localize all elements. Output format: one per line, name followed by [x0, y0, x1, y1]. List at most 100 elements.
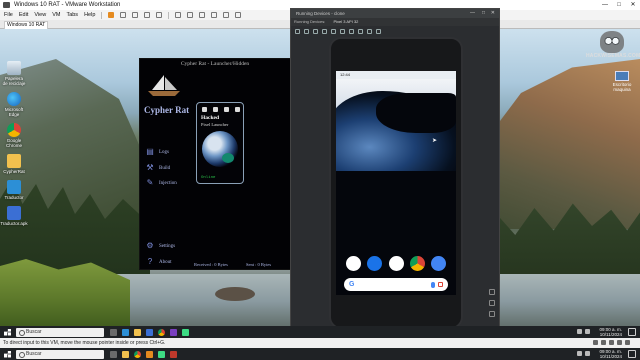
screenshot-icon[interactable] [367, 28, 372, 34]
desktop-icon-chrome[interactable]: Google Chrome [2, 123, 26, 148]
windows-start-icon[interactable] [4, 328, 11, 336]
zoom-in-icon[interactable] [489, 289, 495, 295]
volume-up-icon[interactable] [304, 28, 309, 34]
thumbnail-icon[interactable] [187, 12, 194, 18]
close-button[interactable]: ✕ [626, 0, 640, 10]
menu-file[interactable]: File [4, 12, 13, 18]
menu-help[interactable]: Help [84, 12, 95, 18]
phone-icon [224, 107, 229, 112]
folder-icon [7, 154, 21, 168]
file-explorer-icon[interactable] [122, 350, 129, 358]
desktop-icon-edge[interactable]: Microsoft Edge [2, 92, 26, 117]
minimize-button[interactable]: — [598, 0, 612, 10]
cypher-rat-window[interactable]: Cypher Rat - Launcher/Hidden Cypher Rat … [139, 58, 291, 270]
sidebar-item-logs[interactable]: ▤ Logs [145, 147, 193, 157]
messages-app-icon[interactable] [367, 256, 383, 271]
chrome-icon[interactable] [158, 328, 165, 336]
desktop-icon-label: Microsoft Edge [4, 107, 24, 117]
search-input[interactable]: Buscar [16, 349, 104, 359]
mic-icon[interactable] [431, 281, 435, 288]
desktop-icon-cypherrat[interactable]: CypherRat [2, 154, 26, 174]
maximize-button[interactable]: □ [612, 0, 626, 10]
back-icon[interactable] [340, 28, 345, 34]
volume-icon[interactable] [585, 329, 590, 334]
unity-icon[interactable] [211, 12, 218, 18]
fullscreen-icon[interactable] [199, 12, 206, 18]
desktop-icon-traductor-apk[interactable]: Traductor.apk [0, 206, 28, 226]
emulator-tabbar: Running Devices: Pixel 3 API 32 [291, 18, 499, 27]
chrome-icon[interactable] [409, 256, 425, 271]
desktop-icon-recycle-bin[interactable]: Papelera de reciclaje [2, 61, 26, 86]
store-icon[interactable] [146, 328, 153, 336]
watermark-text: HACKWISEMAS.COM [586, 53, 640, 59]
android-status-bar: 12:44 [336, 71, 456, 79]
revert-snapshot-icon[interactable] [144, 12, 151, 18]
recorder-icon[interactable] [170, 350, 177, 358]
vmware-icon[interactable] [146, 350, 153, 358]
android-studio-icon[interactable] [158, 350, 165, 358]
network-icon[interactable] [577, 351, 582, 356]
snapshot-manager-icon[interactable] [156, 12, 163, 18]
home-icon[interactable] [349, 28, 354, 34]
disk-icon[interactable] [593, 340, 598, 345]
sidebar-item-injection[interactable]: ✎ Injection [145, 178, 193, 188]
sent-bytes: Sent : 0 Bytes [246, 262, 272, 267]
victim-device-card[interactable]: Hacked Pixel Launcher Online [196, 102, 244, 184]
task-view-icon[interactable] [110, 328, 117, 336]
power-icon[interactable] [295, 28, 300, 34]
edge-icon[interactable] [122, 328, 129, 336]
settings-button[interactable]: ⚙ Settings [145, 241, 193, 251]
menu-vm[interactable]: VM [52, 12, 60, 18]
owl-logo-icon [600, 31, 624, 53]
network-adapter-icon[interactable] [609, 340, 614, 345]
library-icon[interactable] [175, 12, 182, 18]
usb-icon[interactable] [617, 340, 622, 345]
menu-edit[interactable]: Edit [19, 12, 28, 18]
snapshot-icon[interactable] [132, 12, 139, 18]
camera-icon[interactable] [431, 256, 446, 271]
app-icon[interactable] [170, 328, 177, 336]
send-ctrl-alt-del-icon[interactable] [120, 12, 127, 18]
sound-icon[interactable] [625, 340, 630, 345]
stretch-icon[interactable] [235, 12, 242, 18]
android-home-screen[interactable]: 12:44 ➤ G [336, 71, 456, 295]
volume-down-icon[interactable] [313, 28, 318, 34]
console-view-icon[interactable] [223, 12, 230, 18]
search-input[interactable]: Buscar [16, 327, 104, 337]
close-button[interactable]: ✕ [491, 9, 495, 18]
volume-icon[interactable] [585, 351, 590, 356]
chrome-icon[interactable] [134, 350, 141, 358]
network-icon[interactable] [577, 329, 582, 334]
zoom-out-icon[interactable] [489, 300, 495, 306]
sidebar-item-build[interactable]: ⚒ Build [145, 163, 193, 173]
android-studio-icon[interactable] [182, 328, 189, 336]
taskbar-clock[interactable]: 09:00 a. m. 10/11/2024 [599, 327, 622, 337]
minimize-button[interactable]: — [470, 9, 475, 18]
desktop-icon-traductor[interactable]: Traductor [2, 180, 26, 200]
fit-screen-icon[interactable] [489, 311, 495, 317]
phone-app-icon[interactable] [346, 256, 361, 271]
lens-icon[interactable] [438, 282, 443, 287]
emulator-title: Running Devices - clone [296, 11, 345, 16]
overview-icon[interactable] [358, 28, 363, 34]
play-store-icon[interactable] [388, 256, 404, 271]
maximize-button[interactable]: □ [482, 9, 485, 18]
task-view-icon[interactable] [110, 350, 117, 358]
rotate-right-icon[interactable] [331, 28, 336, 34]
more-icon[interactable] [376, 28, 381, 34]
google-search-bar[interactable]: G [344, 278, 448, 291]
menu-tabs[interactable]: Tabs [66, 12, 78, 18]
file-explorer-icon[interactable] [134, 328, 141, 336]
windows-start-icon[interactable] [4, 350, 11, 358]
desktop-icon-pc[interactable]: Escritorio maquina [605, 71, 639, 92]
rotate-left-icon[interactable] [322, 28, 327, 34]
notification-icon[interactable] [628, 350, 636, 358]
tab-windows-10-rat[interactable]: Windows 10 RAT [4, 21, 48, 29]
taskbar-clock[interactable]: 09:00 a. m. 10/11/2024 [599, 349, 622, 359]
emulator-window[interactable]: Running Devices - clone — □ ✕ Running De… [290, 8, 500, 331]
menu-view[interactable]: View [34, 12, 46, 18]
notification-icon[interactable] [628, 328, 636, 336]
cd-icon[interactable] [601, 340, 606, 345]
pause-icon[interactable] [108, 12, 115, 18]
about-button[interactable]: ? About [145, 257, 193, 267]
